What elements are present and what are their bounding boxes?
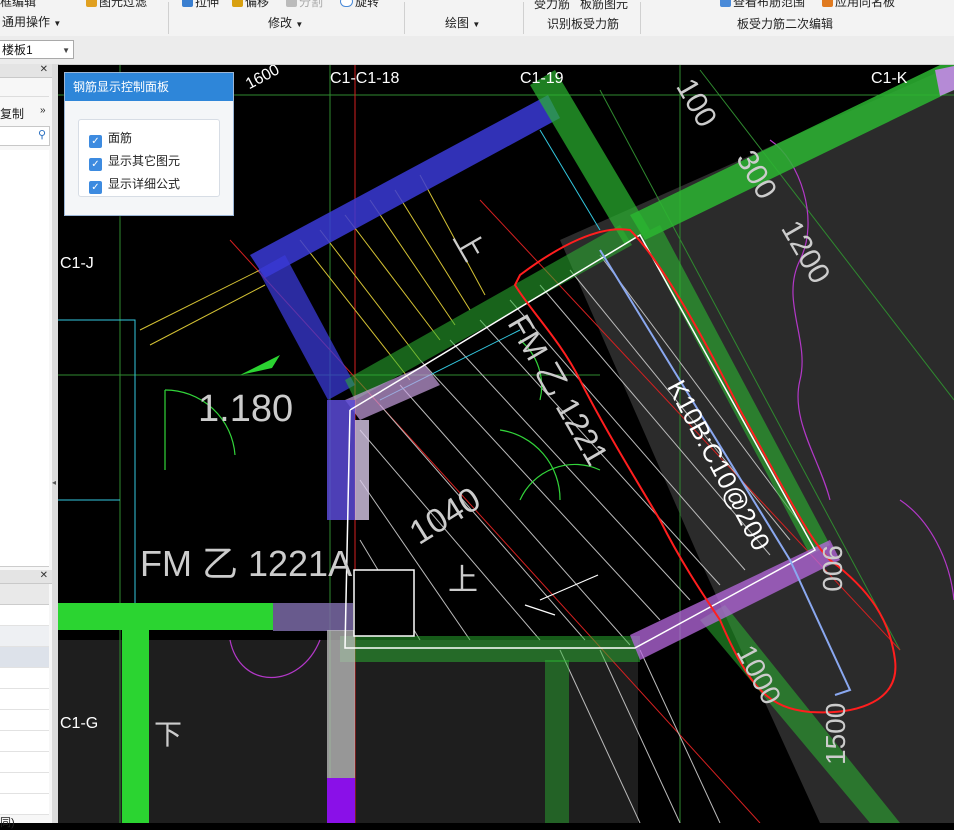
chevron-down-icon: ▼ <box>53 19 62 28</box>
property-table-header <box>0 584 49 605</box>
table-row[interactable] <box>0 668 49 689</box>
split-icon <box>286 0 297 7</box>
ribbon-group-identify: 识别板受力筋 <box>547 17 620 31</box>
option-top-rebar[interactable]: ✓ 面筋 <box>89 130 132 148</box>
chevron-down-icon: ▼ <box>62 46 70 55</box>
table-row[interactable] <box>0 752 49 773</box>
tool-offset-label: 偏移 <box>245 0 270 9</box>
sidebar-header-bottom: ✕ <box>0 570 52 584</box>
tool-element-filter[interactable]: 图元过滤 <box>86 0 147 10</box>
option-show-detailed-formula[interactable]: ✓ 显示详细公式 <box>89 176 180 194</box>
ribbon-group-modify-label: 修改 <box>268 16 293 30</box>
wall-light-vertical <box>355 420 369 520</box>
sidebar-search-input[interactable]: ⚲ <box>0 126 50 146</box>
checkbox-checked-icon[interactable]: ✓ <box>89 135 102 148</box>
apply-icon <box>822 0 833 7</box>
table-row[interactable] <box>0 626 49 647</box>
more-icon[interactable]: » <box>40 105 46 116</box>
tool-apply-same-slab[interactable]: 应用同名板 <box>822 0 895 10</box>
sidebar-toolbar <box>0 82 49 97</box>
search-icon: ⚲ <box>37 129 46 141</box>
tool-rotate-label: 旋转 <box>355 0 380 9</box>
chevron-down-icon: ▼ <box>295 20 304 29</box>
ribbon-group-draw[interactable]: 绘图 ▼ <box>445 14 480 31</box>
table-row[interactable] <box>0 794 49 815</box>
tool-load-rebar[interactable]: 受力筋 <box>534 0 570 12</box>
wall-blue-short <box>258 255 355 400</box>
sidebar-tree-panel[interactable] <box>0 150 49 567</box>
green-arrow <box>240 355 280 375</box>
chevron-down-icon: ▼ <box>472 20 481 29</box>
wall-bright-green-horizontal <box>58 603 273 630</box>
column-square <box>353 569 415 637</box>
table-row[interactable] <box>0 689 49 710</box>
ribbon-toolbar: 框编辑 通用操作 ▼ 图元过滤 拉伸 偏移 分割 旋转 修改 ▼ 绘图 ▼ 受力… <box>0 0 954 37</box>
tool-offset[interactable]: 偏移 <box>232 0 269 10</box>
filter-icon <box>86 0 97 7</box>
layer-select-value: 楼板1 <box>2 43 33 57</box>
wall-purple-joint <box>273 603 353 631</box>
option-label: 面筋 <box>108 131 133 145</box>
ribbon-group-general-ops[interactable]: 通用操作 ▼ <box>2 13 61 30</box>
property-bar <box>0 36 954 65</box>
ribbon-item-frame-edit[interactable]: 框编辑 <box>0 0 36 10</box>
checkbox-checked-icon[interactable]: ✓ <box>89 181 102 194</box>
collapse-arrow-icon[interactable]: ◂ <box>52 478 56 487</box>
tool-element-filter-label: 图元过滤 <box>99 0 148 9</box>
ribbon-group-draw-label: 绘图 <box>445 16 470 30</box>
wall-purple-vertical <box>327 400 355 520</box>
panel-title[interactable]: 钢筋显示控制面板 <box>65 73 233 101</box>
tool-slab-rebar-element[interactable]: 板筋图元 <box>580 0 628 12</box>
wall-violet-block <box>327 778 355 823</box>
tool-rotate[interactable]: 旋转 <box>340 0 379 10</box>
wall-green-slab-top <box>345 225 632 400</box>
tool-apply-same-slab-label: 应用同名板 <box>835 0 896 9</box>
option-show-other-elements[interactable]: ✓ 显示其它图元 <box>89 153 180 171</box>
left-sidebar: ✕ 复制 » ⚲ ✕ 同) <box>0 64 53 829</box>
sidebar-bottom-label: 同) <box>0 817 15 829</box>
close-icon[interactable]: ✕ <box>40 570 48 581</box>
tool-stretch-label: 拉伸 <box>195 0 220 9</box>
tool-split-label: 分割 <box>299 0 324 9</box>
table-row[interactable] <box>0 773 49 794</box>
ribbon-group-modify[interactable]: 修改 ▼ <box>268 14 303 31</box>
offset-icon <box>232 0 243 7</box>
rebar-display-control-panel: 钢筋显示控制面板 ✓ 面筋 ✓ 显示其它图元 ✓ 显示详细公式 <box>64 72 234 216</box>
table-row[interactable] <box>0 647 49 668</box>
option-label: 显示其它图元 <box>108 154 181 168</box>
view-icon <box>720 0 731 7</box>
ribbon-group-general-ops-label: 通用操作 <box>2 15 51 29</box>
option-label: 显示详细公式 <box>108 177 181 191</box>
tool-view-layout-range[interactable]: 查看布筋范围 <box>720 0 805 10</box>
layer-select[interactable]: 楼板1 ▼ <box>0 40 74 59</box>
copy-button[interactable]: 复制 <box>0 105 24 122</box>
table-row[interactable] <box>0 605 49 626</box>
table-row[interactable] <box>0 731 49 752</box>
tool-split[interactable]: 分割 <box>286 0 323 10</box>
break-mark <box>524 574 599 616</box>
panel-options: ✓ 面筋 ✓ 显示其它图元 ✓ 显示详细公式 <box>78 119 220 197</box>
wall-blue-diagonal <box>250 95 560 278</box>
table-row[interactable] <box>0 710 49 731</box>
stretch-icon <box>182 0 193 7</box>
tool-view-layout-range-label: 查看布筋范围 <box>733 0 806 9</box>
wall-green-bottom <box>340 636 640 662</box>
wall-green-diagonal-top <box>530 70 650 245</box>
checkbox-checked-icon[interactable]: ✓ <box>89 158 102 171</box>
sidebar-header-top: ✕ <box>0 64 52 78</box>
wall-bright-green-vertical <box>122 630 149 823</box>
ribbon-group-secondary-edit: 板受力筋二次编辑 <box>737 17 834 31</box>
close-icon[interactable]: ✕ <box>40 64 48 75</box>
wall-green-vertical-lower <box>545 660 569 823</box>
tool-stretch[interactable]: 拉伸 <box>182 0 219 10</box>
rotate-icon <box>340 0 353 7</box>
